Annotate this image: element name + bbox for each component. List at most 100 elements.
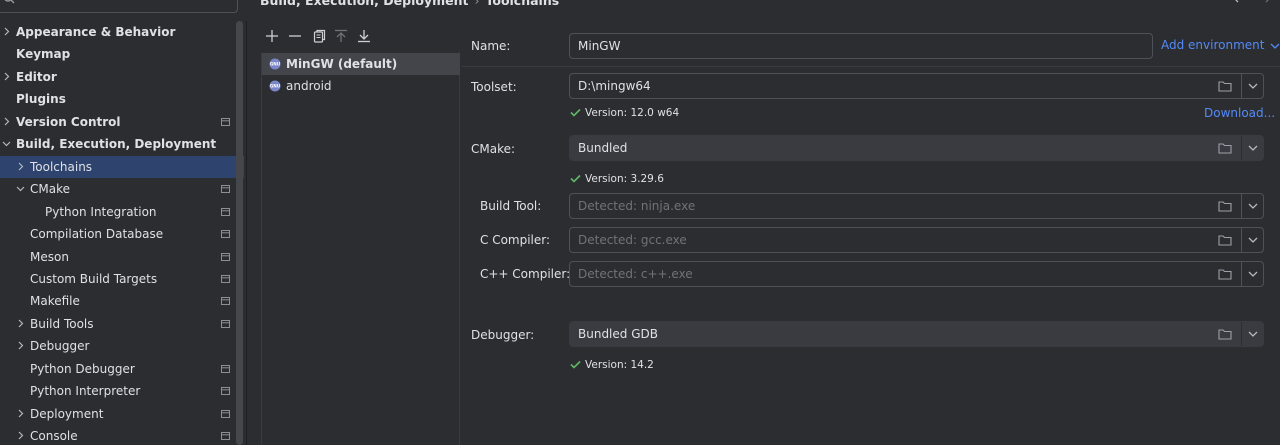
chevron-right-icon[interactable]: [16, 162, 25, 171]
c-compiler-label: C Compiler:: [480, 233, 551, 247]
project-level-icon: [221, 432, 230, 441]
tree-item-meson[interactable]: Meson: [0, 246, 244, 268]
tree-item-plugins[interactable]: Plugins: [0, 88, 244, 110]
settings-search-input[interactable]: [0, 0, 238, 13]
project-level-icon: [221, 207, 230, 216]
chevron-down-icon[interactable]: [1248, 270, 1258, 278]
toolchain-item-android[interactable]: GNU android: [262, 75, 460, 97]
tree-item-build-tools[interactable]: Build Tools: [0, 313, 244, 335]
copy-icon[interactable]: [309, 26, 327, 46]
back-arrow-icon[interactable]: [1232, 0, 1248, 8]
dropdown-separator: [1241, 262, 1242, 286]
tree-item-python-debugger[interactable]: Python Debugger: [0, 358, 244, 380]
toolchain-item-label: MinGW (default): [286, 57, 398, 71]
check-icon: [570, 174, 581, 183]
tree-item-toolchains[interactable]: Toolchains: [0, 155, 244, 178]
tree-item-python-interpreter[interactable]: Python Interpreter: [0, 380, 244, 402]
tree-item-label: Deployment: [30, 406, 104, 421]
project-level-icon: [221, 319, 230, 328]
tree-scrollbar[interactable]: [236, 21, 243, 445]
add-icon[interactable]: [263, 26, 281, 46]
toolchain-list: [261, 52, 460, 445]
chevron-right-icon[interactable]: [16, 341, 25, 350]
chevron-down-icon[interactable]: [2, 139, 11, 148]
chevron-right-icon[interactable]: [16, 319, 25, 328]
tree-item-custom-build-targets[interactable]: Custom Build Targets: [0, 268, 244, 290]
chevron-right-icon[interactable]: [2, 117, 11, 126]
chevron-down-icon[interactable]: [1248, 144, 1258, 152]
gnu-toolchain-icon: GNU: [269, 80, 281, 92]
chevron-right-icon[interactable]: [2, 27, 11, 36]
toolchain-item-mingw[interactable]: GNU MinGW (default): [262, 53, 460, 75]
tree-item-label: Python Integration: [45, 204, 157, 219]
dropdown-separator: [1241, 74, 1242, 98]
chevron-down-icon[interactable]: [1248, 236, 1258, 244]
cmake-value: Bundled: [578, 141, 628, 155]
forward-arrow-icon[interactable]: [1256, 0, 1272, 8]
tree-item-label: Editor: [16, 69, 57, 84]
folder-icon[interactable]: [1218, 234, 1232, 246]
cmake-version: Version: 3.29.6: [585, 173, 664, 185]
chevron-down-icon[interactable]: [1248, 202, 1258, 210]
debugger-combobox[interactable]: Bundled GDB: [569, 321, 1264, 347]
chevron-right-icon[interactable]: [16, 409, 25, 418]
folder-icon[interactable]: [1218, 328, 1232, 340]
tree-item-makefile[interactable]: Makefile: [0, 290, 244, 312]
search-icon: [4, 0, 15, 4]
folder-icon[interactable]: [1218, 80, 1232, 92]
remove-icon[interactable]: [286, 26, 304, 46]
debugger-version: Version: 14.2: [585, 359, 654, 371]
toolset-label: Toolset:: [471, 80, 517, 94]
tree-item-label: CMake: [30, 182, 70, 197]
tree-item-label: Custom Build Targets: [30, 271, 158, 286]
name-label: Name:: [471, 39, 511, 53]
folder-icon[interactable]: [1218, 200, 1232, 212]
cmake-combobox[interactable]: Bundled: [569, 135, 1264, 161]
chevron-down-icon[interactable]: [1248, 82, 1258, 90]
tree-item-cmake[interactable]: CMake: [0, 178, 244, 200]
tree-item-label: Makefile: [30, 294, 80, 309]
check-icon: [570, 108, 581, 117]
tree-item-editor[interactable]: Editor: [0, 66, 244, 88]
build-tool-combobox[interactable]: Detected: ninja.exe: [569, 193, 1264, 219]
cpp-compiler-placeholder: Detected: c++.exe: [578, 267, 693, 281]
tree-item-appearance-behavior[interactable]: Appearance & Behavior: [0, 21, 244, 43]
add-environment-link[interactable]: Add environment: [1161, 38, 1280, 52]
download-link[interactable]: Download...: [1204, 106, 1275, 120]
tree-item-python-integration[interactable]: Python Integration: [0, 201, 244, 223]
breadcrumb: Build, Execution, Deployment › Toolchains: [260, 0, 559, 8]
build-tool-label: Build Tool:: [480, 199, 542, 213]
c-compiler-combobox[interactable]: Detected: gcc.exe: [569, 227, 1264, 253]
dropdown-separator: [1241, 228, 1242, 252]
svg-text:GNU: GNU: [270, 84, 281, 89]
tree-item-version-control[interactable]: Version Control: [0, 111, 244, 133]
tree-item-label: Python Debugger: [30, 361, 135, 376]
breadcrumb-separator: ›: [474, 0, 480, 8]
tree-item-keymap[interactable]: Keymap: [0, 43, 244, 65]
chevron-down-icon[interactable]: [16, 184, 25, 193]
project-level-icon: [221, 230, 230, 239]
chevron-down-icon[interactable]: [1248, 330, 1258, 338]
chevron-right-icon[interactable]: [2, 72, 11, 81]
settings-tree: Appearance & Behavior Keymap Editor Plugins…: [0, 21, 244, 445]
tree-item-deployment[interactable]: Deployment: [0, 403, 244, 425]
cpp-compiler-label: C++ Compiler:: [480, 267, 571, 281]
name-input[interactable]: MinGW: [569, 33, 1153, 59]
tree-item-compilation-database[interactable]: Compilation Database: [0, 223, 244, 245]
move-down-icon[interactable]: [355, 26, 373, 46]
toolset-combobox[interactable]: D:\mingw64: [569, 73, 1264, 99]
cpp-compiler-combobox[interactable]: Detected: c++.exe: [569, 261, 1264, 287]
move-up-icon[interactable]: [332, 26, 350, 46]
tree-item-build-execution-deployment[interactable]: Build, Execution, Deployment: [0, 133, 244, 155]
build-tool-placeholder: Detected: ninja.exe: [578, 199, 696, 213]
tree-item-debugger[interactable]: Debugger: [0, 335, 244, 357]
breadcrumb-current: Toolchains: [485, 0, 560, 8]
tree-item-console[interactable]: Console: [0, 425, 244, 445]
debugger-value: Bundled GDB: [578, 327, 658, 341]
chevron-right-icon[interactable]: [16, 431, 25, 440]
breadcrumb-parent[interactable]: Build, Execution, Deployment: [260, 0, 468, 8]
folder-icon[interactable]: [1218, 142, 1232, 154]
debugger-label: Debugger:: [471, 328, 535, 342]
folder-icon[interactable]: [1218, 268, 1232, 280]
panel-divider[interactable]: [246, 21, 247, 445]
